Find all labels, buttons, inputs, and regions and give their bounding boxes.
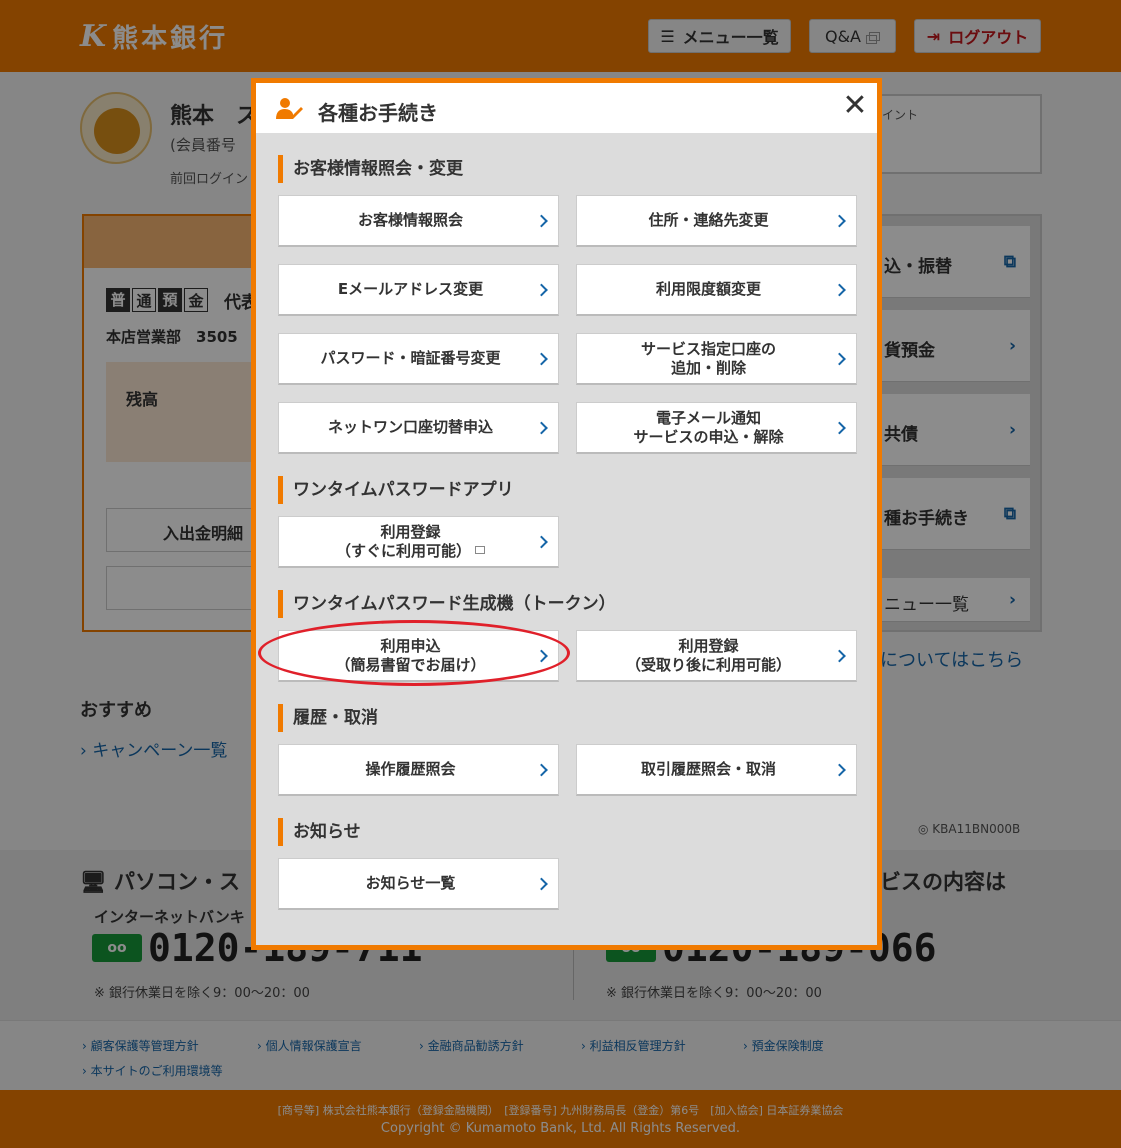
token-register-button[interactable]: 利用登録 （受取り後に利用可能） [576,630,857,682]
modal-header: 各種お手続き ✕ [256,83,877,133]
button-label-line2: （受取り後に利用可能） [625,655,791,674]
button-label-line1: 利用申込 [380,636,441,655]
chevron-right-icon [535,421,548,434]
email-notice-button[interactable]: 電子メール通知 サービスの申込・解除 [576,402,857,454]
limit-change-button[interactable]: 利用限度額変更 [576,264,857,316]
customer-info-button[interactable]: お客様情報照会 [278,195,559,247]
button-label: 利用申込 （簡易書留でお届け） [335,637,485,675]
section-notice: お知らせ [278,818,361,846]
section-history: 履歴・取消 [278,704,378,732]
button-label-line1: 利用登録 [678,636,739,655]
button-label-line1: 電子メール通知 [655,408,761,427]
chevron-right-icon [535,649,548,662]
transaction-history-button[interactable]: 取引履歴照会・取消 [576,744,857,796]
procedures-modal: 各種お手続き ✕ お客様情報照会・変更 お客様情報照会 住所・連絡先変更 Eメー… [251,78,882,950]
button-label-line1: サービス指定口座の [640,339,776,358]
button-label-line2: （簡易書留でお届け） [335,655,486,674]
chevron-right-icon [833,421,846,434]
new-window-icon [475,546,485,554]
chevron-right-icon [535,763,548,776]
user-edit-icon [276,98,303,119]
button-label: 住所・連絡先変更 [648,211,769,229]
modal-title: 各種お手続き [318,101,438,125]
button-label: 電子メール通知 サービスの申込・解除 [633,409,783,447]
button-label: Eメールアドレス変更 [337,280,484,298]
chevron-right-icon [833,352,846,365]
password-change-button[interactable]: パスワード・暗証番号変更 [278,333,559,385]
operation-history-button[interactable]: 操作履歴照会 [278,744,559,796]
service-account-button[interactable]: サービス指定口座の 追加・削除 [576,333,857,385]
button-label: サービス指定口座の 追加・削除 [641,340,776,378]
section-customer-info: お客様情報照会・変更 [278,155,463,183]
chevron-right-icon [833,214,846,227]
chevron-right-icon [833,763,846,776]
button-label: 利用限度額変更 [655,280,761,298]
button-label: お客様情報照会 [357,211,463,229]
chevron-right-icon [535,877,548,890]
email-change-button[interactable]: Eメールアドレス変更 [278,264,559,316]
button-label: 利用登録 （受取り後に利用可能） [626,637,791,675]
chevron-right-icon [535,352,548,365]
button-label-line1: 利用登録 [380,522,441,541]
button-label: 取引履歴照会・取消 [640,760,776,778]
button-label: ネットワン口座切替申込 [327,418,493,436]
close-icon[interactable]: ✕ [842,91,868,121]
chevron-right-icon [535,214,548,227]
chevron-right-icon [535,283,548,296]
button-label: 操作履歴照会 [365,760,456,778]
netone-switch-button[interactable]: ネットワン口座切替申込 [278,402,559,454]
button-label: パスワード・暗証番号変更 [320,349,501,367]
chevron-right-icon [833,283,846,296]
button-label-line2: サービスの申込・解除 [633,427,784,446]
notice-list-button[interactable]: お知らせ一覧 [278,858,559,910]
section-otp-app: ワンタイムパスワードアプリ [278,476,514,504]
app-register-button[interactable]: 利用登録 （すぐに利用可能） [278,516,559,568]
button-label: お知らせ一覧 [365,874,456,892]
section-otp-token: ワンタイムパスワード生成機（トークン） [278,590,616,618]
button-label-line2: （すぐに利用可能） [335,541,471,560]
button-label: 利用登録 （すぐに利用可能） [336,523,485,561]
chevron-right-icon [535,535,548,548]
address-change-button[interactable]: 住所・連絡先変更 [576,195,857,247]
token-apply-button[interactable]: 利用申込 （簡易書留でお届け） [278,630,559,682]
button-label-line2: 追加・削除 [670,358,746,377]
chevron-right-icon [833,649,846,662]
